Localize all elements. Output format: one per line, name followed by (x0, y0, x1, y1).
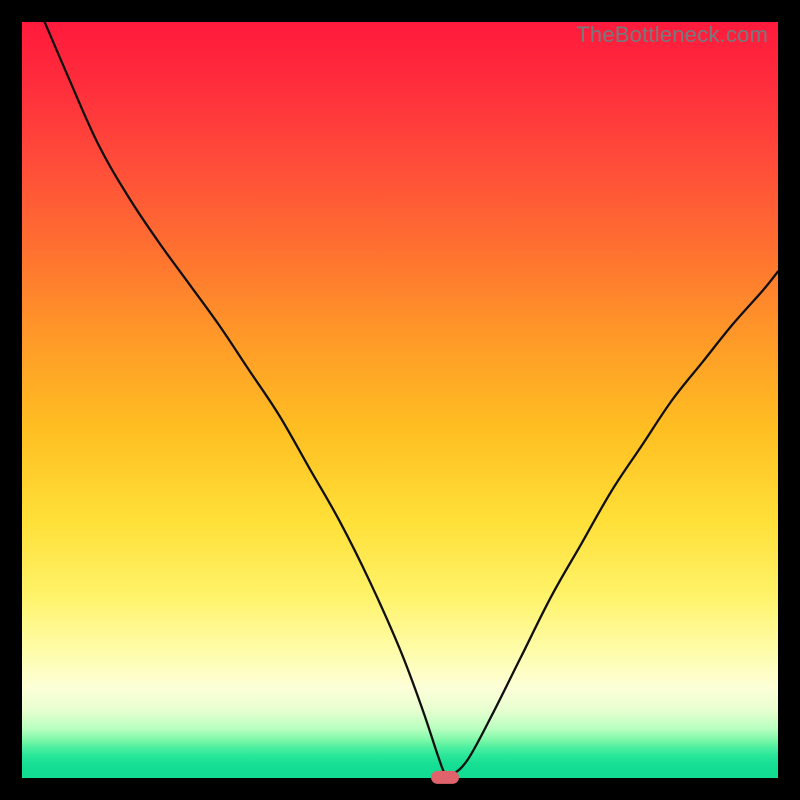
bottleneck-curve (22, 22, 778, 778)
chart-frame: TheBottleneck.com (0, 0, 800, 800)
minimum-marker (431, 771, 459, 784)
plot-area: TheBottleneck.com (22, 22, 778, 778)
watermark-text: TheBottleneck.com (576, 22, 768, 48)
